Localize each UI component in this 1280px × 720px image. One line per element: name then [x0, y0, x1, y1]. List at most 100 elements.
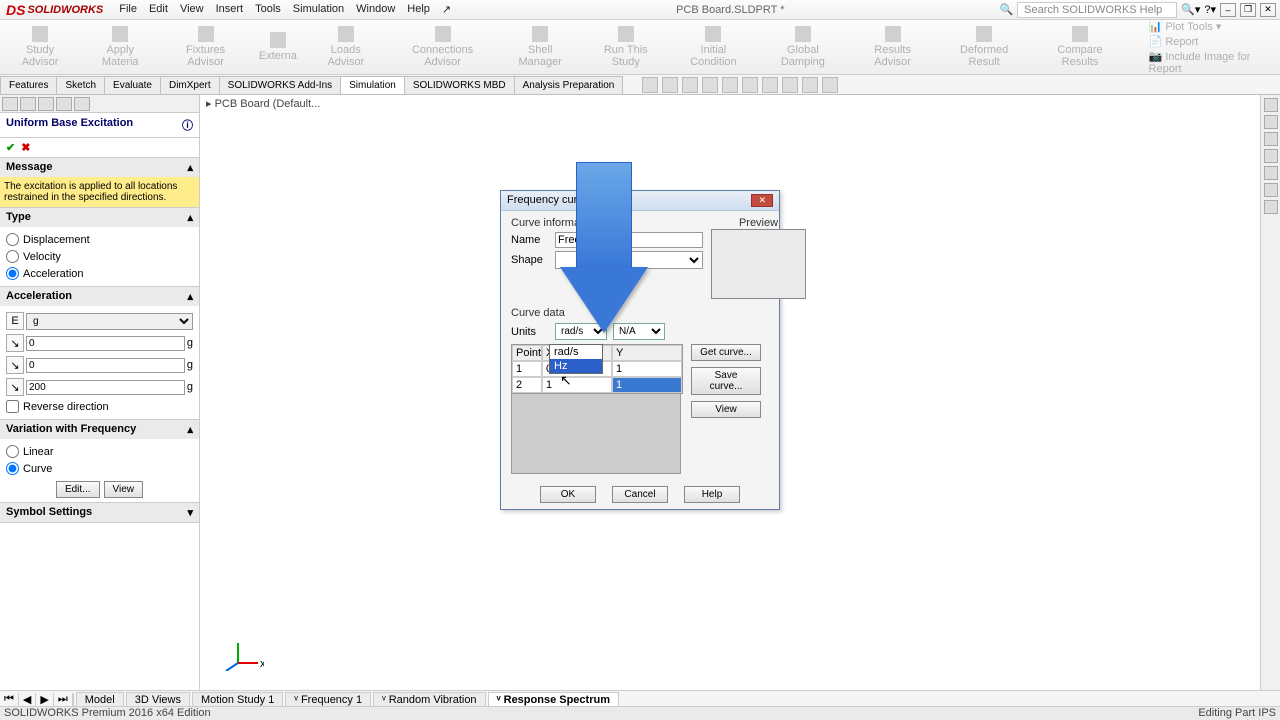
ribbon-include-image[interactable]: 📷 Include Image for Report [1149, 50, 1280, 75]
hide-show-icon[interactable] [762, 77, 778, 93]
row-1-y[interactable]: 1 [612, 361, 682, 377]
dir1-icon[interactable]: ↘ [6, 334, 24, 352]
minimize-button[interactable]: – [1220, 3, 1236, 17]
row-1-index[interactable]: 1 [512, 361, 542, 377]
accel-2-input[interactable] [26, 358, 185, 373]
menu-help[interactable]: Help [407, 3, 430, 16]
search-dropdown-icon[interactable]: 🔍▾ [1181, 3, 1200, 16]
pm-varfreq-header[interactable]: Variation with Frequency▴ [0, 420, 199, 439]
cancel-button[interactable]: Cancel [612, 486, 668, 503]
edit-curve-button[interactable]: Edit... [56, 481, 100, 498]
menu-edit[interactable]: Edit [149, 3, 168, 16]
help-icon[interactable]: ?▾ [1204, 3, 1216, 16]
taskpane-resources-icon[interactable] [1264, 115, 1278, 129]
ok-button[interactable]: OK [540, 486, 596, 503]
tab-prev-icon[interactable]: ◀ [19, 693, 36, 706]
search-input[interactable]: Search SOLIDWORKS Help [1017, 2, 1177, 18]
ribbon-run-study[interactable]: Run This Study [582, 22, 670, 72]
help-button[interactable]: Help [684, 486, 740, 503]
reverse-checkbox[interactable] [6, 400, 19, 413]
zoom-icon[interactable] [642, 77, 658, 93]
radio-displacement[interactable]: Displacement [6, 231, 193, 248]
help-icon[interactable]: ⓘ [182, 117, 193, 133]
ribbon-results-advisor[interactable]: Results Advisor [848, 22, 936, 72]
ribbon-plot-tools[interactable]: 📊 Plot Tools ▾ [1149, 20, 1280, 33]
tab-model[interactable]: Model [76, 692, 124, 707]
view-settings-icon[interactable] [822, 77, 838, 93]
radio-velocity[interactable]: Velocity [6, 248, 193, 265]
dialog-title-bar[interactable]: Frequency curve ✕ [501, 191, 779, 211]
tab-evaluate[interactable]: Evaluate [104, 76, 161, 94]
menu-view[interactable]: View [180, 3, 204, 16]
save-curve-button[interactable]: Save curve... [691, 367, 761, 395]
units-x-dropdown[interactable]: rad/s Hz [549, 344, 603, 374]
pm-tab-config-icon[interactable] [38, 97, 54, 111]
menu-simulation[interactable]: Simulation [293, 3, 344, 16]
restore-button[interactable]: ❐ [1240, 3, 1256, 17]
pm-symbol-header[interactable]: Symbol Settings▾ [0, 503, 199, 522]
row-2-index[interactable]: 2 [512, 377, 542, 393]
tab-response-spectrum[interactable]: ᵛ Response Spectrum [488, 692, 619, 707]
dir3-icon[interactable]: ↘ [6, 378, 24, 396]
menu-tools[interactable]: Tools [255, 3, 281, 16]
reverse-checkbox-row[interactable]: Reverse direction [6, 398, 193, 415]
row-2-x[interactable]: 1 [542, 377, 612, 393]
dialog-close-button[interactable]: ✕ [751, 194, 773, 207]
tab-motion-study[interactable]: Motion Study 1 [192, 692, 283, 707]
curve-shape-select[interactable] [555, 251, 703, 269]
tab-features[interactable]: Features [0, 76, 57, 94]
taskpane-home-icon[interactable] [1264, 98, 1278, 112]
pm-message-header[interactable]: Message▴ [0, 158, 199, 177]
ribbon-global-damping[interactable]: Global Damping [757, 22, 848, 72]
taskpane-appearances-icon[interactable] [1264, 183, 1278, 197]
tab-3dviews[interactable]: 3D Views [126, 692, 190, 707]
view-curve-button[interactable]: View [104, 481, 144, 498]
curve-name-input[interactable] [555, 232, 703, 248]
tab-addins[interactable]: SOLIDWORKS Add-Ins [219, 76, 341, 94]
tab-random-vibration[interactable]: ᵛ Random Vibration [373, 692, 485, 707]
ribbon-report[interactable]: 📄 Report [1149, 35, 1280, 48]
ribbon-shell-manager[interactable]: Shell Manager [498, 22, 582, 72]
tab-simulation[interactable]: Simulation [340, 76, 405, 94]
taskpane-view-palette-icon[interactable] [1264, 166, 1278, 180]
menu-file[interactable]: File [119, 3, 137, 16]
row-2-y[interactable]: 1 [612, 377, 682, 393]
prev-view-icon[interactable] [682, 77, 698, 93]
accel-unit-select[interactable]: g [26, 313, 193, 330]
pin-icon[interactable]: ↗ [442, 3, 451, 16]
ribbon-fixtures[interactable]: Fixtures Advisor [160, 22, 251, 72]
radio-curve[interactable]: Curve [6, 460, 193, 477]
radio-acceleration[interactable]: Acceleration [6, 265, 193, 282]
ribbon-connections[interactable]: Connections Advisor [387, 22, 499, 72]
view-button[interactable]: View [691, 401, 761, 418]
tab-dimxpert[interactable]: DimXpert [160, 76, 220, 94]
accel-1-input[interactable] [26, 336, 185, 351]
pm-accel-header[interactable]: Acceleration▴ [0, 287, 199, 306]
taskpane-design-library-icon[interactable] [1264, 132, 1278, 146]
zoom-area-icon[interactable] [662, 77, 678, 93]
units-x-select[interactable]: rad/s [555, 323, 607, 340]
display-style-icon[interactable] [742, 77, 758, 93]
menu-insert[interactable]: Insert [216, 3, 244, 16]
close-button[interactable]: ✕ [1260, 3, 1276, 17]
view-orient-icon[interactable] [722, 77, 738, 93]
appearance-icon[interactable] [782, 77, 798, 93]
ok-icon[interactable]: ✔ [6, 141, 15, 154]
pm-type-header[interactable]: Type▴ [0, 208, 199, 227]
section-icon[interactable] [702, 77, 718, 93]
taskpane-file-explorer-icon[interactable] [1264, 149, 1278, 163]
cancel-icon[interactable]: ✖ [21, 141, 30, 154]
ribbon-study-advisor[interactable]: Study Advisor [0, 22, 80, 72]
get-curve-button[interactable]: Get curve... [691, 344, 761, 361]
ribbon-deformed[interactable]: Deformed Result [937, 22, 1032, 72]
breadcrumb[interactable]: ▸ PCB Board (Default... [206, 97, 320, 110]
ribbon-compare[interactable]: Compare Results [1032, 22, 1129, 72]
units-y-select[interactable]: N/A [613, 323, 665, 340]
ribbon-external[interactable]: Externa [251, 28, 305, 66]
taskpane-custom-props-icon[interactable] [1264, 200, 1278, 214]
radio-linear[interactable]: Linear [6, 443, 193, 460]
pm-tab-feature-icon[interactable] [2, 97, 18, 111]
tab-mbd[interactable]: SOLIDWORKS MBD [404, 76, 515, 94]
ribbon-initial-condition[interactable]: Initial Condition [670, 22, 758, 72]
accel-3-input[interactable] [26, 380, 185, 395]
